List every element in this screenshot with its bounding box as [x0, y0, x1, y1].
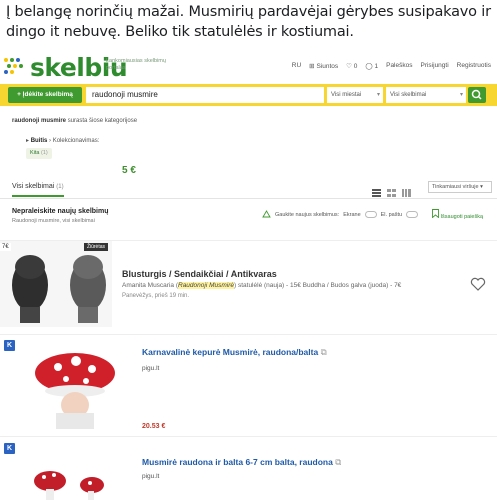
nav-lang[interactable]: RU [292, 62, 301, 70]
crumb-child[interactable]: Kolekcionavimas: [53, 138, 100, 144]
category-pill[interactable]: Kita (1) [26, 148, 52, 159]
nav-register[interactable]: Registruotis [457, 62, 491, 70]
search-input[interactable]: raudonoji musmire [86, 87, 324, 103]
listing-title[interactable]: Blusturgis / Sendaikčiai / Antikvaras [122, 269, 277, 279]
post-caption: Į belangę norinčių mažai. Musmirių parda… [6, 4, 491, 40]
tab-all-ads[interactable]: Visi skelbimai (1) [12, 183, 64, 197]
external-link-icon: ⧉ [335, 457, 342, 467]
heart-icon [470, 277, 486, 291]
top-nav: RU ⊞ Siuntos ♡ 0 ◯ 1 Paleškos Prisijungt… [292, 62, 491, 70]
grid-view-icon[interactable] [387, 184, 396, 197]
sponsored-price: 20.53 € [142, 423, 166, 430]
save-search-button[interactable]: Išsaugoti paiešką [432, 209, 483, 220]
listing-description: Amanita Muscaria (Raudonoji Musmirė) sta… [122, 282, 402, 289]
email-toggle[interactable] [406, 211, 419, 218]
favorite-button[interactable] [470, 277, 486, 296]
listing-image[interactable]: 7€ Žiūrėtas [0, 241, 112, 327]
list-view-icon[interactable] [372, 184, 381, 197]
nav-paleskos[interactable]: Paleškos [386, 62, 412, 70]
search-bar: + Įdėkite skelbimą raudonoji musmire Vis… [0, 84, 497, 106]
listing-price: 5 € [122, 165, 136, 176]
notify-options: Gaukite naujus skelbimus: Ekrane El. paš… [262, 210, 419, 219]
city-select[interactable]: Visi miestai ▾ [327, 87, 383, 103]
notify-panel: Nepraleiskite naujų skelbimų Raudonoji m… [0, 199, 497, 241]
sort-select[interactable]: Tinkamiausi viršuje ▾ [428, 181, 492, 193]
bookmark-icon [432, 209, 439, 219]
chevron-down-icon: ▾ [459, 92, 463, 98]
k-badge: K [4, 443, 15, 454]
site-tagline: Lankomiausias skelbimų portalas [106, 58, 166, 71]
sponsored-listing[interactable]: K Musmirė raudona ir balta 6-7 cm balta,… [0, 436, 497, 500]
screenshot: skelbiu Lankomiausias skelbimų portalas … [0, 50, 497, 500]
sponsored-source: pigu.lt [142, 365, 160, 372]
nav-messages[interactable]: ◯ 1 [365, 62, 378, 70]
breadcrumb: ▸ Buitis › Kolekcionavimas: [26, 138, 100, 144]
sponsored-source: pigu.lt [142, 473, 160, 480]
chevron-down-icon: ▾ [376, 92, 380, 98]
viewed-badge: Žiūrėtas [83, 243, 108, 251]
sponsored-listing[interactable]: K Karnavalinė kepurė Musmirė, raudona/ba… [0, 334, 497, 435]
sponsored-title[interactable]: Karnavalinė kepurė Musmirė, raudona/balt… [142, 347, 327, 358]
listing-image[interactable] [20, 445, 130, 500]
nav-login[interactable]: Prisijungti [420, 62, 448, 70]
listing-image[interactable] [20, 343, 130, 429]
notify-title: Nepraleiskite naujų skelbimų [12, 208, 109, 215]
nav-favorites[interactable]: ♡ 0 [346, 62, 357, 70]
submit-ad-button[interactable]: + Įdėkite skelbimą [8, 87, 82, 103]
external-link-icon: ⧉ [320, 347, 327, 357]
screen-toggle[interactable] [364, 211, 377, 218]
compact-view-icon[interactable] [402, 184, 411, 197]
price-badge: 7€ [0, 243, 11, 251]
tabs-row: Visi skelbimai (1) Tinkamiausi viršuje ▾ [0, 177, 497, 199]
search-icon [471, 89, 482, 100]
nav-shipments[interactable]: ⊞ Siuntos [309, 62, 338, 70]
found-summary: raudonoji musmire surasta šiose kategori… [12, 118, 138, 124]
k-badge: K [4, 340, 15, 351]
search-button[interactable] [468, 87, 486, 103]
listing-location: Panevėžys, prieš 19 min. [122, 293, 190, 299]
listing-item[interactable]: 7€ Žiūrėtas Blusturgis / Sendaikčiai / A… [0, 241, 497, 333]
notify-subtitle: Raudonoji musmire, visi skelbimai [12, 218, 95, 224]
crumb-parent[interactable]: Buitis [31, 138, 48, 144]
category-select[interactable]: Visi skelbimai ▾ [386, 87, 466, 103]
bell-icon [262, 210, 271, 218]
sponsored-title[interactable]: Musmirė raudona ir balta 6-7 cm balta, r… [142, 457, 341, 468]
logo-dots-icon [4, 58, 26, 76]
view-switcher [372, 184, 411, 197]
site-header: skelbiu Lankomiausias skelbimų portalas … [0, 50, 497, 84]
